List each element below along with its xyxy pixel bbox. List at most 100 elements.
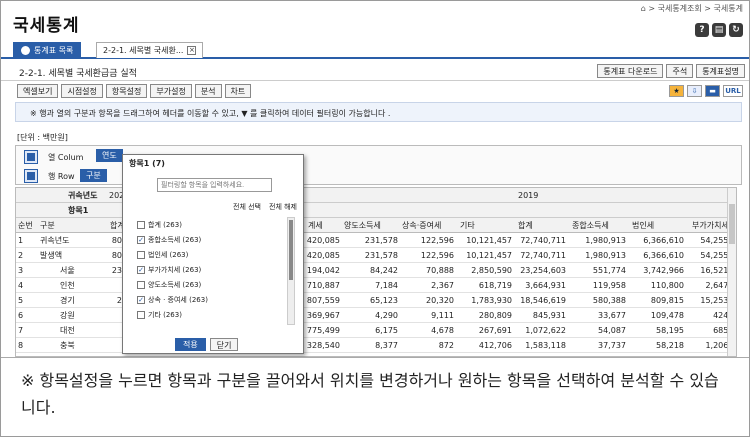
- url-button[interactable]: URL: [723, 85, 743, 97]
- tab-current-table[interactable]: 2-2-1. 세목별 국세환... ×: [96, 42, 204, 58]
- table-cell: 9,111: [431, 311, 454, 320]
- table-cell: [108, 323, 122, 338]
- table-cell: 58,195: [656, 326, 684, 335]
- table-cell: 109,478: [650, 311, 684, 320]
- extra-setting-button[interactable]: 부가설정: [150, 84, 192, 98]
- filter-search-input[interactable]: [157, 178, 272, 192]
- table-cell: 775,499: [306, 326, 340, 335]
- table-cell: 33,677: [598, 311, 626, 320]
- table-cell: 6: [18, 311, 24, 320]
- notes-button[interactable]: 주석: [666, 64, 694, 78]
- header-cell: 기타: [460, 221, 475, 230]
- breadcrumb[interactable]: ⌂ > 국세통계조회 > 국세통계: [641, 3, 743, 14]
- table-cell: 3,742,966: [643, 266, 684, 275]
- header-cell: 합계: [518, 221, 533, 230]
- filter-item-label: 상속 · 증여세 (263): [148, 295, 208, 304]
- chart-button[interactable]: 차트: [224, 84, 252, 98]
- pivot-col-label: 열 Colum: [48, 152, 84, 162]
- clear-all-link[interactable]: 전체 해제: [269, 202, 297, 212]
- table-cell: 412,706: [478, 341, 512, 350]
- table-cell: 618,719: [478, 281, 512, 290]
- table-cell: 강원: [60, 311, 75, 320]
- filter-item[interactable]: ✓ 상속 · 증여세 (263): [137, 292, 287, 307]
- table-cell: 18,546,619: [520, 296, 566, 305]
- table-cell: 194,042: [306, 266, 340, 275]
- add-icon[interactable]: ★: [669, 85, 684, 97]
- apply-button[interactable]: 적용: [175, 338, 206, 351]
- table-cell: 발생액: [40, 251, 63, 260]
- filter-item[interactable]: 양도소득세 (263): [137, 277, 287, 292]
- table-cell: 8: [18, 341, 24, 350]
- period-setting-button[interactable]: 시점설정: [61, 84, 103, 98]
- table-cell: 4: [18, 281, 24, 290]
- filter-item[interactable]: 법인세 (263): [137, 247, 287, 262]
- close-button[interactable]: 닫기: [209, 338, 239, 351]
- table-cell: 6,366,610: [643, 251, 684, 260]
- filter-item[interactable]: ✓ 종합소득세 (263): [137, 232, 287, 247]
- notice-banner: ※ 행과 열의 구분과 항목을 드래그하여 헤더를 이동할 수 있고, ▼ 를 …: [15, 102, 742, 122]
- filter-item[interactable]: 합계 (263): [137, 217, 287, 232]
- download-table-button[interactable]: 통계표 다운로드: [597, 64, 664, 78]
- tab-stat-list[interactable]: 통계표 목록: [13, 42, 82, 58]
- table-cell: 경기: [60, 296, 75, 305]
- table-cell: 23: [111, 266, 122, 275]
- excel-view-button[interactable]: 엑셀보기: [17, 84, 59, 98]
- checkbox-icon[interactable]: [137, 310, 145, 319]
- table-cell: 420,085: [306, 251, 340, 260]
- table-cell: 6,366,610: [643, 236, 684, 245]
- header-cell: 상속·증여세: [402, 221, 442, 230]
- tab-label: 2-2-1. 세목별 국세환...: [103, 46, 184, 55]
- popup-title: 항목1 (7): [129, 159, 165, 168]
- table-cell: 10,121,457: [466, 236, 512, 245]
- checkbox-icon[interactable]: [137, 250, 145, 259]
- table-cell: 580,388: [592, 296, 626, 305]
- table-cell: 4,290: [375, 311, 398, 320]
- checkbox-checked-icon[interactable]: ✓: [137, 235, 145, 244]
- popup-buttons: 적용 닫기: [175, 338, 239, 351]
- table-cell: 1,783,930: [471, 296, 512, 305]
- table-cell: 551,774: [592, 266, 626, 275]
- table-scrollbar[interactable]: [727, 188, 736, 356]
- select-all-link[interactable]: 전체 선택: [233, 202, 261, 212]
- table-cell: 인천: [60, 281, 75, 290]
- pivot-col-row: 열 Colum: [24, 150, 83, 164]
- list-icon: [21, 45, 30, 55]
- toolbar: 엑셀보기 시점설정 항목설정 부가설정 분석 차트: [17, 84, 252, 98]
- table-cell: [108, 308, 122, 323]
- checkbox-icon[interactable]: [137, 220, 145, 229]
- header-cell: 구분: [40, 221, 55, 230]
- table-description-button[interactable]: 통계표설명: [696, 64, 745, 78]
- filter-item[interactable]: 기타 (263): [137, 307, 287, 322]
- table-cell: 2: [116, 296, 122, 305]
- pivot-row-row: 행 Row: [24, 169, 75, 183]
- filter-item[interactable]: ✓ 부가가치세 (263): [137, 262, 287, 277]
- pivot-chip-year[interactable]: 연도: [96, 149, 123, 162]
- checkbox-checked-icon[interactable]: ✓: [137, 295, 145, 304]
- close-icon[interactable]: ×: [187, 46, 197, 55]
- header-cell[interactable]: 항목1: [68, 203, 88, 218]
- table-cell: 267,691: [478, 326, 512, 335]
- popup-scrollbar[interactable]: [287, 217, 295, 325]
- table-cell: 37,737: [598, 341, 626, 350]
- analysis-button[interactable]: 분석: [194, 84, 222, 98]
- table-cell: 65,123: [370, 296, 398, 305]
- checkbox-icon[interactable]: [137, 280, 145, 289]
- save-icon[interactable]: ▬: [705, 85, 720, 97]
- table-cell: 122,596: [420, 236, 454, 245]
- help-icon[interactable]: ?: [695, 23, 709, 37]
- table-cell: 3,664,931: [525, 281, 566, 290]
- table-cell: 845,931: [532, 311, 566, 320]
- unit-label: [단위 : 백만원]: [17, 133, 68, 142]
- table-cell: 231,578: [364, 251, 398, 260]
- header-cell[interactable]: 귀속년도: [68, 188, 97, 203]
- refresh-icon[interactable]: ↻: [729, 23, 743, 37]
- table-cell: 84,242: [370, 266, 398, 275]
- table-cell: 2: [18, 251, 24, 260]
- print-icon[interactable]: ▤: [712, 23, 726, 37]
- table-cell: 8,377: [375, 341, 398, 350]
- pivot-chip-gubun[interactable]: 구분: [80, 169, 107, 182]
- filter-item-label: 법인세 (263): [148, 250, 189, 259]
- download-icon[interactable]: ⇩: [687, 85, 702, 97]
- item-setting-button[interactable]: 항목설정: [105, 84, 148, 98]
- checkbox-checked-icon[interactable]: ✓: [137, 265, 145, 274]
